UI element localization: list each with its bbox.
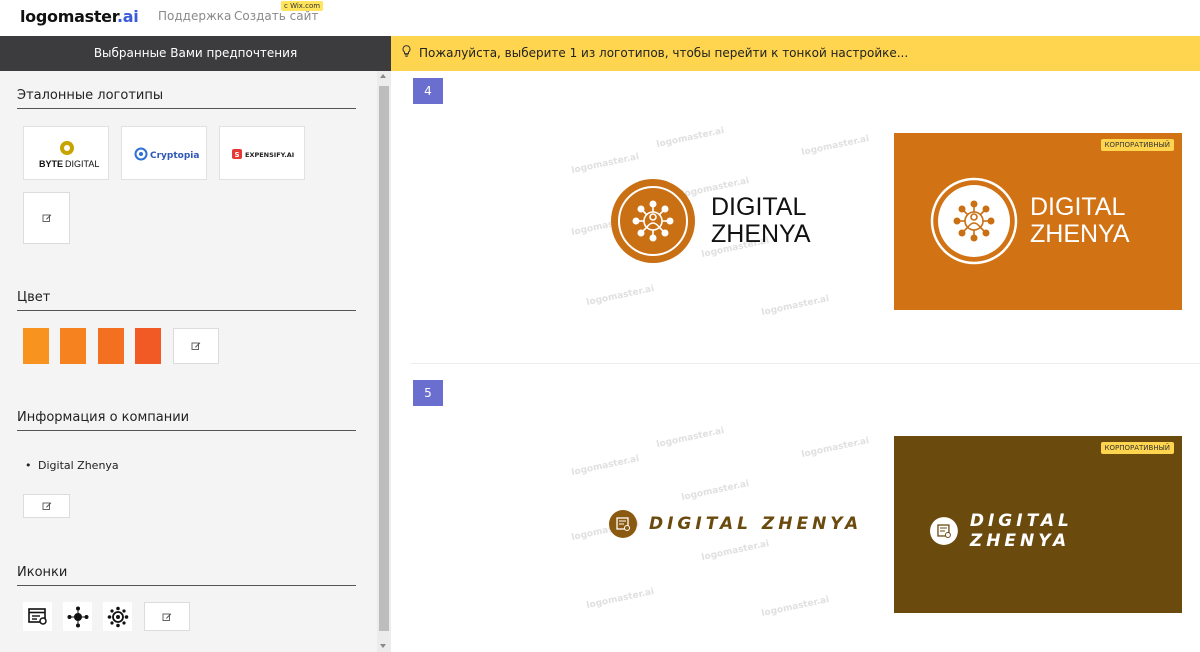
certificate-icon [609,510,637,538]
watermark: logomaster.ai [655,125,726,151]
nav-create-site-link[interactable]: Создать сайт [234,9,318,23]
ref-logo-cryptopia[interactable]: Cryptopia [121,126,207,180]
network-people-icon [930,177,1018,265]
brand-logo[interactable]: logomaster.ai [20,7,139,26]
cryptopia-wordmark: Cryptopia [150,151,199,161]
edit-icon [42,214,51,222]
color-swatch-2[interactable] [60,328,86,364]
ref-logo-bytedigital[interactable]: BYTE DIGITAL [23,126,109,180]
nav-support-link[interactable]: Поддержка [158,9,231,23]
sidebar-title: Выбранные Вами предпочтения [0,36,391,71]
notice-bar: Пожалуйста, выберите 1 из логотипов, что… [391,36,1200,71]
divider [17,310,356,311]
watermark: logomaster.ai [700,538,771,564]
lightbulb-icon [402,36,411,71]
preferences-sidebar: Эталонные логотипы BYTE DIGITAL Cryptopi… [0,71,391,652]
certificate-icon [930,517,958,545]
color-swatch-4[interactable] [135,328,161,364]
edit-colors-button[interactable] [173,328,219,364]
company-name-item: Digital Zhenya [25,459,119,472]
result-4-logo-light[interactable]: DIGITAL ZHENYA [609,177,811,265]
result-number-badge: 5 [413,380,443,406]
edit-ref-logos-button[interactable] [23,192,70,244]
network-people-icon [611,179,695,263]
result-5-preview-dark[interactable]: КОРПОРАТИВНЫЙ DIGITAL ZHENYA logomaster.… [799,436,1182,613]
logo-results-panel: logomaster.ai logomaster.ai logomaster.a… [391,71,1200,652]
ref-logo-expensify[interactable]: S EXPENSIFY.AI [219,126,305,180]
notice-text: Пожалуйста, выберите 1 из логотипов, что… [419,46,909,60]
edit-icon [162,612,172,621]
expensify-wordmark: EXPENSIFY.AI [245,151,294,159]
logo-line-1: DIGITAL [711,193,807,221]
browser-settings-icon[interactable] [23,602,52,631]
logo-line-2: ZHENYA [711,220,811,248]
watermark: logomaster.ai [585,586,656,612]
edit-icon [191,342,201,350]
result-separator [411,363,1200,364]
result-4-preview-dark[interactable]: КОРПОРАТИВНЫЙ DIGITAL ZHENYA logomaster.… [799,133,1182,310]
section-title-company-info: Информация о компании [17,410,190,425]
edit-company-info-button[interactable] [23,494,70,518]
bytedigital-wordmark-digital: DIGITAL [65,159,99,169]
divider [17,585,356,586]
section-title-icons: Иконки [17,565,68,580]
watermark: logomaster.ai [760,594,831,620]
watermark: logomaster.ai [570,151,641,177]
corporate-badge: КОРПОРАТИВНЫЙ [1100,442,1174,454]
bytedigital-wordmark-byte: BYTE [39,159,63,169]
watermark: logomaster.ai [760,293,831,319]
color-swatch-1[interactable] [23,328,49,364]
corporate-badge: КОРПОРАТИВНЫЙ [1100,139,1174,151]
watermark: logomaster.ai [570,453,641,479]
logo-name: DIGITAL ZHENYA [969,511,1073,551]
top-bar: logomaster.ai Поддержка Создать сайт с W… [0,0,1200,36]
section-title-ref-logos: Эталонные логотипы [17,88,164,103]
divider [17,108,356,109]
result-5-logo-light[interactable]: DIGITAL ZHENYA [609,510,862,538]
logo-line-1: DIGITAL [1030,193,1126,221]
wix-badge: с Wix.com [281,1,324,11]
network-hub-icon[interactable] [63,602,92,631]
color-swatch-3[interactable] [98,328,124,364]
svg-text:S: S [235,151,240,159]
result-number-badge: 4 [413,78,443,104]
logo-name: DIGITAL ZHENYA [649,514,863,534]
divider [17,430,356,431]
sidebar-scroll-thumb[interactable] [379,86,389,631]
scroll-up-arrow-icon[interactable] [380,74,386,78]
scroll-down-arrow-icon[interactable] [380,644,386,648]
virus-network-icon[interactable] [103,602,132,631]
watermark: logomaster.ai [655,425,726,451]
edit-icons-button[interactable] [144,602,190,631]
edit-icon [42,502,51,510]
section-title-color: Цвет [17,290,51,305]
logo-line-2: ZHENYA [1030,220,1130,248]
watermark: logomaster.ai [585,283,656,309]
watermark: logomaster.ai [680,478,751,504]
